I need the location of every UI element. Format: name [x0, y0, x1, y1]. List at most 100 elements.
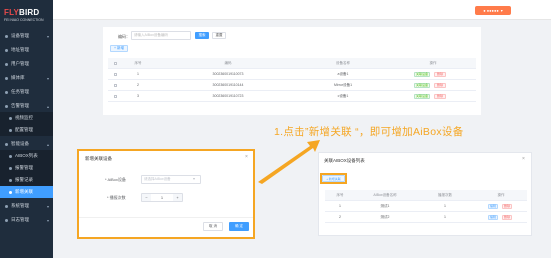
sidebar-item-alarms[interactable]: 告警管理 ▴	[0, 100, 53, 112]
chevron-down-icon: ▾	[46, 75, 49, 81]
column-header: 序号	[134, 61, 142, 65]
sidebar-item-system[interactable]: 系统管理 ▾	[0, 200, 53, 212]
sidebar-item-add-relation[interactable]: 新增关联	[0, 186, 53, 198]
logo-prefix: FLY	[4, 8, 19, 17]
alarm-icon	[5, 104, 8, 108]
sidebar-item-media[interactable]: 媒体库 ▾	[0, 72, 53, 84]
sidebar-item-address[interactable]: 地址管理	[0, 44, 53, 56]
aibox-device-select[interactable]: 请选择AiBox设备	[141, 175, 201, 184]
sidebar-item-alarm-records[interactable]: 报警记录	[0, 174, 53, 186]
chevron-down-icon: ▾	[500, 8, 503, 13]
sidebar-item-label: 地址管理	[11, 47, 29, 52]
decrement-button[interactable]: −	[142, 194, 151, 201]
column-header: 编码	[224, 61, 232, 65]
chip-icon	[5, 142, 8, 146]
broadcast-count-stepper: − 1 +	[141, 193, 183, 202]
chevron-down-icon: ▾	[46, 217, 49, 223]
row-checkbox[interactable]	[114, 95, 117, 98]
row-name: a设备1	[337, 72, 349, 76]
location-icon	[5, 48, 8, 52]
user-menu-button[interactable]: ● ●●●●● ▾	[475, 6, 511, 15]
edit-button[interactable]: 编辑	[488, 204, 498, 209]
filter-label: 编码：	[118, 34, 130, 39]
cancel-button[interactable]: 取 消	[203, 222, 223, 231]
row-index: 1	[339, 204, 341, 208]
sidebar-item-logs[interactable]: 日志管理 ▾	[0, 214, 53, 226]
sidebar-item-alarm-manage[interactable]: 报警管理	[0, 162, 53, 174]
related-devices-button[interactable]: 关联设备	[414, 94, 430, 99]
chevron-up-icon: ▴	[46, 103, 49, 109]
dialog-divider	[79, 217, 253, 218]
delete-button[interactable]: 删除	[502, 215, 512, 220]
code-search-input[interactable]: 请输入AIBox设备编码	[131, 31, 191, 40]
sidebar-item-label: 视频监控	[15, 115, 33, 120]
row-code: 3002360019110723	[212, 94, 244, 98]
table-row: 1 3002360019110073 a设备1 关联设备 删除	[108, 69, 476, 80]
sidebar-item-label: 媒体库	[11, 75, 25, 80]
table-row: 3 3002360019110723 c设备1 关联设备 删除	[108, 91, 476, 102]
sidebar-item-label: 报警管理	[15, 165, 33, 170]
table-row: 1 测试1 1 编辑 删除	[325, 201, 527, 212]
sidebar-item-users[interactable]: 用户管理	[0, 58, 53, 70]
reset-button[interactable]: 重置	[212, 32, 226, 39]
sidebar-item-tasks[interactable]: 任务管理	[0, 86, 53, 98]
close-icon[interactable]: ×	[522, 156, 525, 162]
close-icon[interactable]: ×	[245, 154, 248, 160]
column-header: 设备名称	[336, 61, 350, 65]
row-count: 1	[444, 215, 446, 219]
delete-button[interactable]: 删除	[434, 94, 446, 99]
user-icon	[5, 62, 8, 66]
relation-list-dialog: 关联AIBOX设备列表 × + 新增关联 序号 AIBox设备名称 播报次数 操…	[318, 152, 532, 236]
task-icon	[5, 90, 8, 94]
sidebar-item-label: 报警记录	[15, 177, 33, 182]
row-count: 1	[444, 204, 446, 208]
column-header: 播报次数	[438, 193, 452, 197]
add-relation-button[interactable]: + 新增关联	[322, 175, 345, 182]
confirm-button[interactable]: 确 定	[229, 222, 249, 231]
record-icon	[9, 178, 12, 182]
edit-button[interactable]: 编辑	[488, 215, 498, 220]
dialog-title: 新增关联设备	[85, 156, 112, 161]
row-index: 1	[137, 72, 139, 76]
user-name: ● ●●●●●	[483, 8, 499, 13]
add-relation-dialog: 新增关联设备 × * AiBox设备 请选择AiBox设备 ▾ * 播报次数 −…	[77, 149, 255, 239]
delete-button[interactable]: 删除	[434, 72, 446, 77]
aibox-device-label: * AiBox设备	[105, 177, 126, 182]
logo-suffix: BIRD	[18, 8, 40, 17]
row-code: 3002360019110144	[212, 83, 244, 87]
sidebar-item-devices[interactable]: 设备管理 ▾	[0, 30, 53, 42]
sidebar-item-config[interactable]: 配置管理	[0, 124, 53, 136]
media-icon	[5, 76, 8, 80]
select-all-checkbox[interactable]	[114, 62, 117, 65]
row-name: c设备1	[337, 94, 349, 98]
sidebar-item-label: 智能设备	[11, 141, 29, 146]
sidebar-item-video[interactable]: 视频监控	[0, 112, 53, 124]
row-name: Mirror设备1	[333, 83, 353, 87]
row-name: 测试2	[380, 215, 390, 219]
column-header: 操作	[497, 193, 505, 197]
sidebar-item-aibox-list[interactable]: AIBOX列表	[0, 150, 53, 162]
app-root: FLYBIRD FEI NIAO CONNECTION 设备管理 ▾ 地址管理 用…	[0, 0, 551, 258]
chevron-down-icon: ▾	[46, 203, 49, 209]
link-icon	[9, 190, 12, 194]
add-button[interactable]: + 新增	[110, 45, 128, 52]
chevron-down-icon: ▾	[193, 176, 196, 181]
chevron-down-icon: ▾	[46, 33, 49, 39]
increment-button[interactable]: +	[173, 194, 182, 201]
delete-button[interactable]: 删除	[502, 204, 512, 209]
broadcast-count-input[interactable]: 1	[151, 194, 173, 201]
pointer-arrow-icon	[258, 140, 320, 184]
row-checkbox[interactable]	[114, 84, 117, 87]
related-devices-button[interactable]: 关联设备	[414, 83, 430, 88]
sidebar-item-label: 配置管理	[15, 127, 33, 132]
table-row: 2 3002360019110144 Mirror设备1 关联设备 删除	[108, 80, 476, 91]
row-checkbox[interactable]	[114, 73, 117, 76]
delete-button[interactable]: 删除	[434, 83, 446, 88]
search-button[interactable]: 搜索	[195, 32, 209, 39]
chevron-up-icon: ▴	[46, 141, 49, 147]
sidebar-item-label: 日志管理	[11, 217, 29, 222]
list-icon	[9, 154, 12, 158]
brand-logo: FLYBIRD FEI NIAO CONNECTION	[4, 8, 50, 30]
related-devices-button[interactable]: 关联设备	[414, 72, 430, 77]
sidebar-item-smart-devices[interactable]: 智能设备 ▴	[0, 138, 53, 150]
